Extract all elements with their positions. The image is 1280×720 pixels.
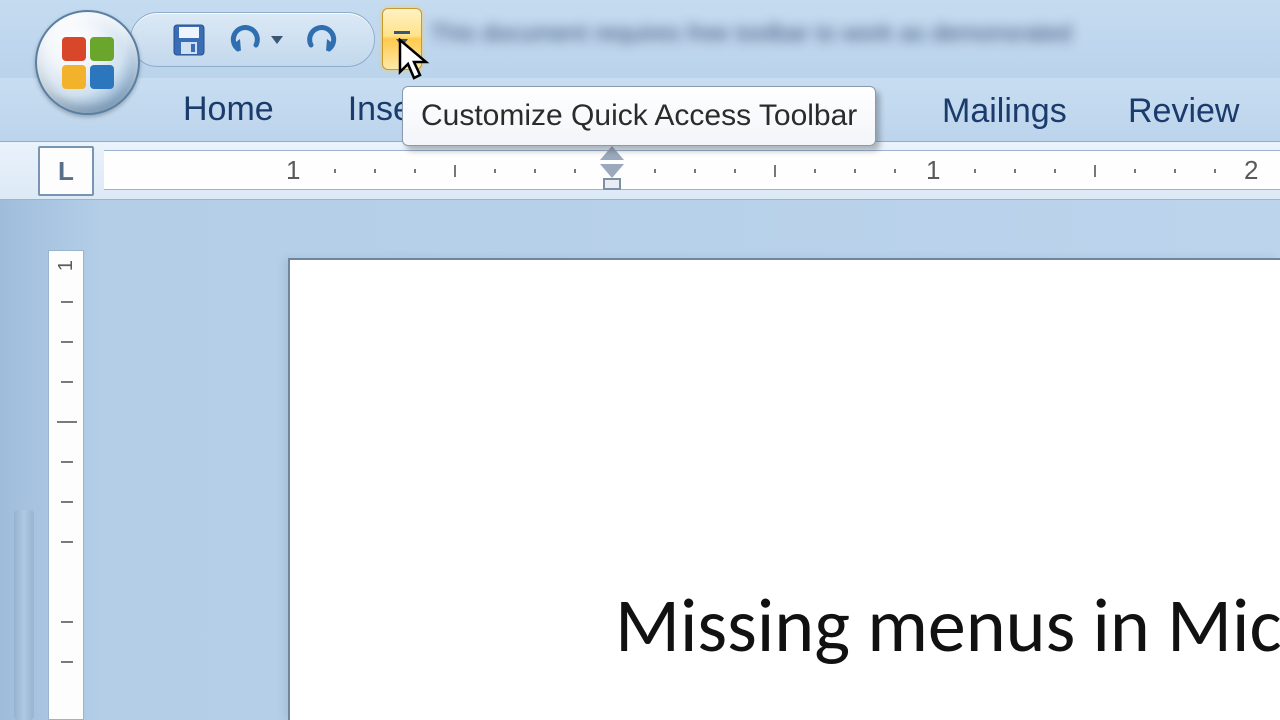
quick-access-toolbar — [130, 12, 375, 67]
tab-mailings[interactable]: Mailings — [934, 88, 1075, 135]
tab-selector[interactable]: L — [38, 146, 94, 196]
document-page[interactable]: Missing menus in Micro — [288, 258, 1280, 720]
office-logo-icon — [62, 37, 114, 89]
vertical-scrollbar[interactable] — [14, 510, 34, 720]
indent-marker[interactable] — [598, 146, 626, 198]
redo-icon — [303, 25, 339, 55]
save-button[interactable] — [166, 20, 211, 60]
menu-bar-icon — [394, 31, 410, 34]
horizontal-ruler[interactable]: 1 1 2 — [104, 150, 1280, 190]
document-heading-text: Missing menus in Micro — [615, 580, 1280, 672]
first-line-indent-icon — [600, 146, 624, 160]
save-icon — [172, 23, 206, 57]
hanging-indent-icon — [600, 164, 624, 178]
ruler-number: 1 — [56, 259, 79, 270]
ruler-number: 1 — [926, 155, 940, 186]
redo-button[interactable] — [298, 20, 343, 60]
chevron-down-icon — [271, 36, 283, 44]
vertical-ruler[interactable]: 1 — [48, 250, 84, 720]
ruler-number: 2 — [1244, 155, 1258, 186]
chevron-down-icon — [396, 39, 408, 47]
tab-home[interactable]: Home — [175, 86, 282, 133]
undo-dropdown[interactable] — [268, 20, 286, 60]
undo-button[interactable] — [223, 20, 268, 60]
undo-icon — [228, 25, 264, 55]
tab-review[interactable]: Review — [1120, 88, 1247, 135]
office-button[interactable] — [35, 10, 140, 115]
customize-qat-button[interactable] — [382, 8, 422, 70]
tooltip-customize-qat: Customize Quick Access Toolbar — [402, 86, 876, 146]
ruler-number: 1 — [286, 155, 300, 186]
left-indent-icon — [603, 178, 621, 190]
title-bar-text: This document requires free toolbar to w… — [430, 20, 1280, 60]
